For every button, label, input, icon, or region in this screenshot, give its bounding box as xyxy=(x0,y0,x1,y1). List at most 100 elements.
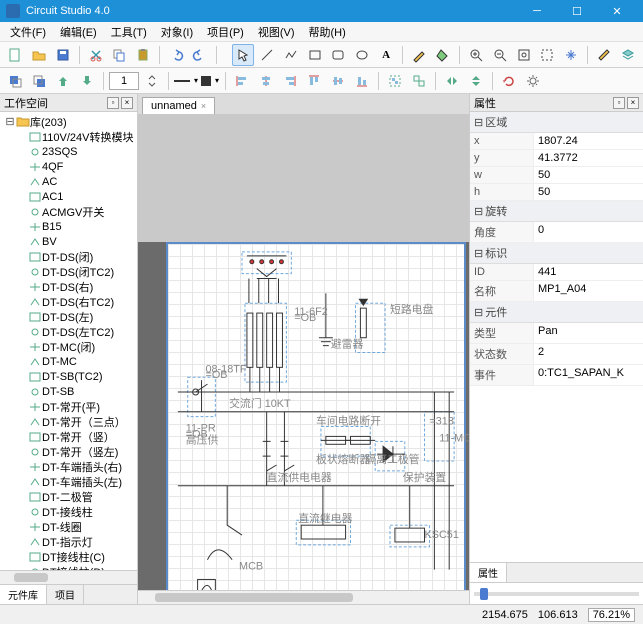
tree-item[interactable]: DT-常开（三点） xyxy=(0,414,137,429)
doc-tab[interactable]: unnamed × xyxy=(142,97,215,114)
tree-item[interactable]: DT-DS(左TC2) xyxy=(0,324,137,339)
cut-button[interactable] xyxy=(85,44,107,66)
tree-item[interactable]: DT-车端插头(右) xyxy=(0,459,137,474)
zoom-readout[interactable]: 76.21% xyxy=(588,608,635,622)
menu-item[interactable]: 工具(T) xyxy=(105,22,153,42)
prop-row[interactable]: y41.3772 xyxy=(470,150,643,167)
pen-tool[interactable] xyxy=(408,44,430,66)
align-middle-button[interactable] xyxy=(327,70,349,92)
close-icon[interactable]: × xyxy=(201,101,206,111)
send-back-button[interactable] xyxy=(28,70,50,92)
prop-category[interactable]: ⊟ 标识 xyxy=(470,243,643,264)
new-button[interactable] xyxy=(4,44,26,66)
stroke-width-input[interactable] xyxy=(109,72,139,90)
open-button[interactable] xyxy=(28,44,50,66)
paste-button[interactable] xyxy=(132,44,154,66)
zoom-sel-button[interactable] xyxy=(536,44,558,66)
flip-h-button[interactable] xyxy=(441,70,463,92)
tree-item[interactable]: DT-MC(闭) xyxy=(0,339,137,354)
prop-row[interactable]: h50 xyxy=(470,184,643,201)
text-tool[interactable]: A xyxy=(375,44,397,66)
align-center-h-button[interactable] xyxy=(255,70,277,92)
bring-front-button[interactable] xyxy=(4,70,26,92)
redo-button[interactable] xyxy=(189,44,211,66)
component-tree[interactable]: ⊟ 库(203) 110V/24V转换模块23SQS4QFACAC1ACMGV开… xyxy=(0,112,137,570)
prop-row[interactable]: w50 xyxy=(470,167,643,184)
undo-button[interactable] xyxy=(165,44,187,66)
polyline-tool[interactable] xyxy=(280,44,302,66)
tree-item[interactable]: BV xyxy=(0,234,137,249)
prop-row[interactable]: ID441 xyxy=(470,264,643,281)
menu-item[interactable]: 项目(P) xyxy=(201,22,250,42)
rect-tool[interactable] xyxy=(304,44,326,66)
tree-item[interactable]: DT-DS(闭TC2) xyxy=(0,264,137,279)
align-left-button[interactable] xyxy=(231,70,253,92)
close-button[interactable]: ✕ xyxy=(597,0,637,22)
align-right-button[interactable] xyxy=(279,70,301,92)
prop-row[interactable]: 状态数2 xyxy=(470,344,643,365)
rotate-button[interactable] xyxy=(498,70,520,92)
rounded-rect-tool[interactable] xyxy=(327,44,349,66)
zoom-slider[interactable] xyxy=(474,592,639,596)
tree-item[interactable]: ACMGV开关 xyxy=(0,204,137,219)
align-top-button[interactable] xyxy=(303,70,325,92)
lower-button[interactable] xyxy=(76,70,98,92)
tree-item[interactable]: DT-线圈 xyxy=(0,519,137,534)
panel-close-button[interactable]: × xyxy=(121,97,133,109)
prop-row[interactable]: 事件0:TC1_SAPAN_K xyxy=(470,365,643,386)
prop-row[interactable]: x1807.24 xyxy=(470,133,643,150)
maximize-button[interactable]: ☐ xyxy=(557,0,597,22)
schematic-paper[interactable]: 11-6F2 =OB 短路电盘 避雷器 08-18TF =OB 交流门 10KT… xyxy=(166,242,466,590)
ungroup-button[interactable] xyxy=(408,70,430,92)
tree-item[interactable]: 4QF xyxy=(0,159,137,174)
tree-item[interactable]: DT-车端插头(左) xyxy=(0,474,137,489)
prop-row[interactable]: 名称MP1_A04 xyxy=(470,281,643,302)
zoom-in-button[interactable] xyxy=(465,44,487,66)
save-button[interactable] xyxy=(52,44,74,66)
zoom-fit-button[interactable] xyxy=(513,44,535,66)
menu-item[interactable]: 视图(V) xyxy=(252,22,301,42)
tree-item[interactable]: 23SQS xyxy=(0,144,137,159)
pan-tool[interactable] xyxy=(560,44,582,66)
tree-item[interactable]: DT-接线柱 xyxy=(0,504,137,519)
tree-item[interactable]: DT-SB(TC2) xyxy=(0,369,137,384)
tree-item[interactable]: DT-指示灯 xyxy=(0,534,137,549)
canvas[interactable]: 11-6F2 =OB 短路电盘 避雷器 08-18TF =OB 交流门 10KT… xyxy=(138,114,469,590)
tree-item[interactable]: 110V/24V转换模块 xyxy=(0,129,137,144)
tree-item[interactable]: DT-常开(平) xyxy=(0,399,137,414)
raise-button[interactable] xyxy=(52,70,74,92)
flip-v-button[interactable] xyxy=(465,70,487,92)
canvas-hscroll[interactable] xyxy=(138,590,469,604)
pointer-tool[interactable] xyxy=(232,44,254,66)
color-button[interactable]: ▾ xyxy=(198,70,220,92)
measure-tool[interactable] xyxy=(593,44,615,66)
tree-item[interactable]: DT-DS(左) xyxy=(0,309,137,324)
tree-item[interactable]: AC1 xyxy=(0,189,137,204)
tree-item[interactable]: AC xyxy=(0,174,137,189)
tree-root[interactable]: ⊟ 库(203) xyxy=(0,114,137,129)
tree-item[interactable]: DT-常开（竖） xyxy=(0,429,137,444)
tree-item[interactable]: DT-DS(闭) xyxy=(0,249,137,264)
tree-item[interactable]: DT接线柱(C) xyxy=(0,549,137,564)
tab-project[interactable]: 项目 xyxy=(47,585,84,604)
tree-item[interactable]: DT-MC xyxy=(0,354,137,369)
left-hscroll[interactable] xyxy=(0,570,137,584)
tree-item[interactable]: DT-二极管 xyxy=(0,489,137,504)
menu-item[interactable]: 文件(F) xyxy=(4,22,52,42)
copy-button[interactable] xyxy=(109,44,131,66)
panel-float-button[interactable]: ▫ xyxy=(107,97,119,109)
group-button[interactable] xyxy=(384,70,406,92)
prop-row[interactable]: 角度0 xyxy=(470,222,643,243)
spinner-button[interactable] xyxy=(141,70,163,92)
settings-button[interactable] xyxy=(522,70,544,92)
tab-properties[interactable]: 属性 xyxy=(470,563,507,582)
property-grid[interactable]: ⊟ 区域x1807.24y41.3772w50h50⊟ 旋转角度0⊟ 标识ID4… xyxy=(470,112,643,562)
menu-item[interactable]: 对象(I) xyxy=(155,22,199,42)
prop-category[interactable]: ⊟ 旋转 xyxy=(470,201,643,222)
layers-button[interactable] xyxy=(617,44,639,66)
tree-item[interactable]: DT-SB xyxy=(0,384,137,399)
tree-item[interactable]: DT-DS(右TC2) xyxy=(0,294,137,309)
fill-tool[interactable] xyxy=(432,44,454,66)
tree-item[interactable]: DT-DS(右) xyxy=(0,279,137,294)
ellipse-tool[interactable] xyxy=(351,44,373,66)
